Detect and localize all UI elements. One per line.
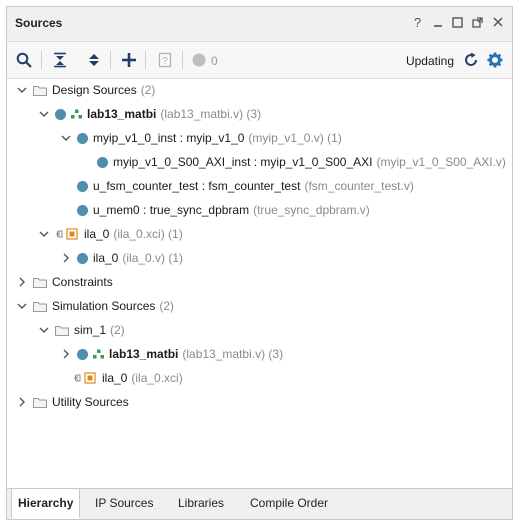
tree-suffix: (myip_v1_0.v) (1) [248,131,342,145]
tree-label: ila_0 [84,227,110,241]
tree-suffix: (ila_0.xci) [131,371,183,385]
float-icon[interactable] [471,14,484,30]
tree-suffix: (2) [159,299,175,313]
module-icon [77,252,88,264]
refresh-icon[interactable] [462,51,480,69]
chevron-right-icon[interactable] [59,347,73,361]
tree-suffix: (lab13_matbi.v) (3) [160,107,262,121]
toolbar-separator [145,51,146,69]
chevron-down-icon[interactable] [59,131,73,145]
module-icon [55,108,66,120]
chevron-down-icon[interactable] [37,323,51,337]
status-circle-icon [190,51,208,69]
tree-row-sim-1[interactable]: sim_1 (2) [37,319,125,341]
tree-label: ila_0 [102,371,128,385]
tree-label: u_mem0 : true_sync_dpbram [93,203,250,217]
tree-label: Utility Sources [52,395,129,409]
updating-label: Updating [405,54,454,68]
tree-label: Design Sources [52,83,137,97]
tree-suffix: (2) [110,323,125,337]
tab-compile-order[interactable]: Compile Order [244,489,334,517]
chevron-down-icon[interactable] [15,83,29,97]
chevron-right-icon[interactable] [15,395,29,409]
sources-panel: Sources ? ? 0 Updating Design Sources (2… [6,6,513,520]
tree-suffix: (true_sync_dpbram.v) [253,203,370,217]
tree-row-u-mem0[interactable]: u_mem0 : true_sync_dpbram (true_sync_dpb… [77,199,370,221]
tree-suffix: (ila_0.xci) (1) [113,227,183,241]
tree-row-ila-0-xci[interactable]: ila_0 (ila_0.xci) (1) [37,223,183,245]
tab-hierarchy[interactable]: Hierarchy [11,489,81,519]
tab-ip-sources[interactable]: IP Sources [89,489,159,517]
tree-row-constraints[interactable]: Constraints [15,271,113,293]
chevron-right-icon[interactable] [59,251,73,265]
tree-row-design-sources[interactable]: Design Sources (2) [15,79,155,101]
chevron-down-icon[interactable] [37,107,51,121]
add-icon[interactable] [120,51,138,69]
module-icon [77,180,88,192]
svg-text:?: ? [162,56,168,67]
module-icon [77,204,88,216]
properties-icon[interactable]: ? [156,51,174,69]
help-icon[interactable]: ? [411,14,424,30]
tree-row-sim-lab13-matbi[interactable]: lab13_matbi (lab13_matbi.v) (3) [59,343,283,365]
panel-title: Sources [15,16,63,30]
module-icon [77,348,88,360]
tree-row-myip-s00-axi-inst[interactable]: myip_v1_0_S00_AXI_inst : myip_v1_0_S00_A… [97,151,506,173]
toolbar-separator [110,51,111,69]
gear-icon[interactable] [486,51,504,69]
chevron-down-icon[interactable] [37,227,51,241]
folder-icon [33,301,47,312]
tree-suffix: (myip_v1_0_S00_AXI.v) [376,155,506,169]
sources-toolbar: ? 0 Updating [7,42,512,79]
minimize-icon[interactable] [431,14,444,30]
collapse-all-icon[interactable] [51,51,69,69]
tree-label: Constraints [52,275,113,289]
expand-all-icon[interactable] [85,51,103,69]
module-icon [97,156,108,168]
tree-row-simulation-sources[interactable]: Simulation Sources (2) [15,295,174,317]
top-hierarchy-icon [71,109,82,119]
folder-icon [33,397,47,408]
tree-label: Simulation Sources [52,299,156,313]
panel-titlebar: Sources ? [7,7,512,42]
tree-row-u-fsm-counter-test[interactable]: u_fsm_counter_test : fsm_counter_test (f… [77,175,414,197]
ip-core-icon [55,228,79,240]
close-icon[interactable] [491,14,504,30]
chevron-right-icon[interactable] [15,275,29,289]
tree-label: lab13_matbi [87,107,157,121]
search-icon[interactable] [15,51,33,69]
tree-suffix: (lab13_matbi.v) (3) [182,347,284,361]
tree-label: lab13_matbi [109,347,179,361]
tree-label: sim_1 [74,323,107,337]
tree-row-myip-inst[interactable]: myip_v1_0_inst : myip_v1_0 (myip_v1_0.v)… [59,127,342,149]
module-icon [77,132,88,144]
tree-label: ila_0 [93,251,119,265]
tree-label: myip_v1_0_inst : myip_v1_0 [93,131,245,145]
tree-row-lab13-matbi[interactable]: lab13_matbi (lab13_matbi.v) (3) [37,103,261,125]
tree-row-sim-ila-0[interactable]: ila_0 (ila_0.xci) [73,367,183,389]
tree-row-utility-sources[interactable]: Utility Sources [15,391,129,413]
tree-label: myip_v1_0_S00_AXI_inst : myip_v1_0_S00_A… [113,155,373,169]
tree-suffix: (ila_0.v) (1) [122,251,184,265]
top-hierarchy-icon [93,349,104,359]
folder-icon [55,325,69,336]
tree-row-ila-0-v[interactable]: ila_0 (ila_0.v) (1) [59,247,183,269]
chevron-down-icon[interactable] [15,299,29,313]
tab-libraries[interactable]: Libraries [172,489,230,517]
tree-suffix: (fsm_counter_test.v) [304,179,414,193]
folder-icon [33,277,47,288]
maximize-icon[interactable] [451,14,464,30]
ip-core-icon [73,372,97,384]
status-count: 0 [211,54,218,68]
tree-label: u_fsm_counter_test : fsm_counter_test [93,179,301,193]
tree-suffix: (2) [140,83,156,97]
toolbar-separator [182,51,183,69]
folder-icon [33,85,47,96]
toolbar-separator [41,51,42,69]
bottom-tab-bar: Hierarchy IP Sources Libraries Compile O… [7,488,512,519]
